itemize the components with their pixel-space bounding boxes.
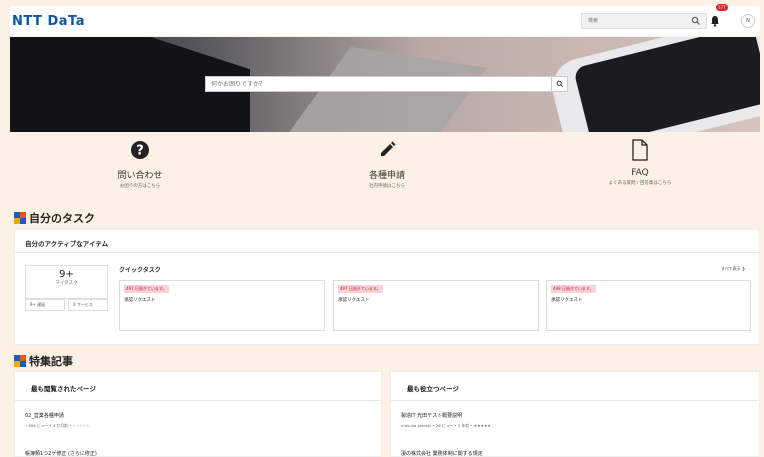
- action-application[interactable]: 各種申請 社内申請はこちら: [297, 138, 477, 189]
- article-title[interactable]: 02_営業各種申請: [25, 412, 64, 419]
- my-task-counter[interactable]: 9+ マイタスク: [25, 265, 108, 299]
- quick-task-tile[interactable]: 497 日過ぎています。 承認リクエスト: [119, 280, 325, 331]
- card-title: 最も役立つページ: [407, 385, 459, 393]
- bell-icon[interactable]: [709, 15, 721, 27]
- divider: [391, 400, 759, 401]
- section-mark-icon: [14, 355, 26, 367]
- quick-task-name: 承認リクエスト: [338, 298, 370, 303]
- top-header: NTT DaTa 177 N: [10, 4, 760, 36]
- action-label: FAQ: [631, 168, 649, 178]
- action-sub: 社内申請はこちら: [369, 184, 405, 189]
- card-title: 最も閲覧されたページ: [31, 385, 96, 393]
- quick-task-tile[interactable]: 497 日過ぎています。 承認リクエスト: [333, 280, 539, 331]
- ntt-data-logo[interactable]: NTT DaTa: [12, 14, 85, 29]
- document-icon: [632, 139, 648, 161]
- action-sub: お困りの方はこちら: [119, 184, 161, 189]
- overdue-tag: 497 日過ぎています。: [338, 285, 383, 293]
- article-meta: • 656 ビュー • 4 か月前 • ☆☆☆☆☆: [25, 423, 90, 428]
- section-my-tasks: 自分のタスク: [14, 210, 95, 226]
- overdue-tag: 497 日過ぎています。: [124, 285, 169, 293]
- quick-task-name: 承認リクエスト: [551, 298, 583, 303]
- my-task-count: 9+: [59, 269, 74, 280]
- article-title[interactable]: 帳簿類1つ2ゲ修正 (さらに修正): [25, 450, 97, 457]
- article-title[interactable]: 凄の株式会社 業務体制に関する規定: [401, 450, 483, 457]
- quick-task-title: クイックタスク: [119, 267, 161, 274]
- article-title[interactable]: 製造IT 光田テスト概要説明: [401, 412, 462, 419]
- pencil-icon: [381, 141, 396, 156]
- card-title: 自分のアクティブなアイテム: [25, 240, 109, 248]
- my-task-label: マイタスク: [55, 281, 78, 286]
- hero-search: [205, 76, 568, 92]
- hero-search-button[interactable]: [551, 77, 567, 91]
- see-all-link[interactable]: すべて表示 ❯: [721, 266, 745, 272]
- article-meta: mitsuda satoshi • 26 ビュー • 2 年前 • ★★★★★: [401, 423, 491, 428]
- svg-text:?: ?: [136, 144, 144, 159]
- search-icon[interactable]: [691, 16, 701, 26]
- active-items-card: 自分のアクティブなアイテム 9+ マイタスク 9+ 遅延 0 サービス クイック…: [14, 229, 760, 345]
- service-button[interactable]: 0 サービス: [68, 299, 108, 311]
- action-label: 問い合わせ: [117, 171, 163, 181]
- divider: [15, 252, 759, 253]
- header-search-input[interactable]: [582, 15, 682, 27]
- section-featured: 特集記事: [14, 353, 73, 369]
- search-icon: [556, 80, 563, 88]
- most-useful-card: 最も役立つページ 製造IT 光田テスト概要説明 mitsuda satoshi …: [390, 371, 760, 457]
- hero-search-input[interactable]: [206, 78, 546, 90]
- most-viewed-card: 最も閲覧されたページ 02_営業各種申請 • 656 ビュー • 4 か月前 •…: [14, 371, 382, 457]
- action-label: 各種申請: [368, 171, 405, 181]
- divider: [15, 400, 381, 401]
- action-sub: よくある質問 / 回答集はこちら: [608, 181, 672, 186]
- action-inquiry[interactable]: ? 問い合わせ お困りの方はこちら: [50, 138, 230, 189]
- header-search: [581, 13, 707, 29]
- quick-task-tile[interactable]: 498 日過ぎています。 承認リクエスト: [546, 280, 751, 331]
- section-title: 自分のタスク: [29, 212, 95, 225]
- overdue-tag: 498 日過ぎています。: [551, 285, 596, 293]
- notification-badge: 177: [716, 4, 728, 11]
- quick-task-name: 承認リクエスト: [124, 298, 156, 303]
- portal-page: NTT DaTa 177 N: [0, 0, 764, 457]
- question-circle-icon: ?: [131, 141, 149, 159]
- hero-banner: [10, 37, 760, 132]
- section-mark-icon: [14, 212, 26, 224]
- section-title: 特集記事: [29, 355, 73, 368]
- overdue-button[interactable]: 9+ 遅延: [25, 299, 65, 311]
- user-avatar[interactable]: N: [741, 14, 755, 28]
- action-faq[interactable]: FAQ よくある質問 / 回答集はこちら: [550, 138, 730, 186]
